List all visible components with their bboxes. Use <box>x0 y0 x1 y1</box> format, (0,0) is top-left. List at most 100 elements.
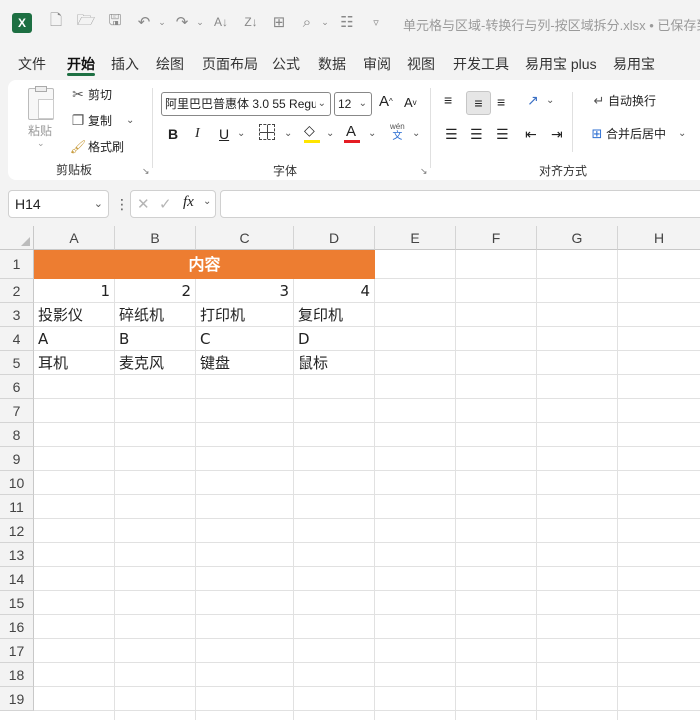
phonetic-button[interactable]: wén 文 <box>390 122 405 142</box>
redo-icon[interactable]: ↷ <box>172 12 192 32</box>
cell-a4[interactable]: A <box>34 327 114 351</box>
cell-b5[interactable]: 麦克风 <box>115 351 195 375</box>
row-header-4[interactable]: 4 <box>0 327 34 351</box>
cell-d3[interactable]: 复印机 <box>294 303 374 327</box>
open-folder-icon[interactable]: 🗁 <box>76 12 96 32</box>
fill-color-dropdown-icon[interactable]: ⌄ <box>326 128 334 139</box>
row-header-18[interactable]: 18 <box>0 663 34 687</box>
fill-color-button[interactable]: ◇ <box>304 122 315 139</box>
decrease-indent-button[interactable]: ⇤ <box>525 126 537 143</box>
phonetic-dropdown-icon[interactable]: ⌄ <box>412 128 420 139</box>
font-launcher-icon[interactable]: ↘ <box>420 166 428 177</box>
align-right-button[interactable]: ☰ <box>496 126 509 143</box>
italic-button[interactable]: I <box>195 126 200 142</box>
tab-review[interactable]: 审阅 <box>363 54 391 74</box>
font-size-select[interactable]: 12 ⌄ <box>334 92 372 116</box>
tab-insert[interactable]: 插入 <box>111 54 139 74</box>
redo-dropdown-icon[interactable]: ⌄ <box>190 12 210 32</box>
cell-c4[interactable]: C <box>196 327 293 351</box>
paste-button[interactable]: 粘贴 <box>28 122 52 139</box>
clipboard-launcher-icon[interactable]: ↘ <box>142 166 150 177</box>
increase-indent-button[interactable]: ⇥ <box>551 126 563 143</box>
cell-c3[interactable]: 打印机 <box>196 303 293 327</box>
copy-button[interactable]: ❐ 复制 ⌄ <box>68 112 135 129</box>
undo-icon[interactable]: ↶ <box>134 12 154 32</box>
merged-cell-a1-d1[interactable]: 内容 <box>34 250 375 279</box>
font-name-select[interactable]: 阿里巴巴普惠体 3.0 55 Regu ⌄ <box>161 92 331 116</box>
align-left-button[interactable]: ☰ <box>445 126 458 143</box>
more-options-icon[interactable]: ⋮ <box>115 196 129 213</box>
row-header-19[interactable]: 19 <box>0 687 34 711</box>
underline-button[interactable]: U <box>219 126 229 142</box>
bold-button[interactable]: B <box>168 126 178 142</box>
find-dropdown-icon[interactable]: ⌄ <box>315 12 335 32</box>
tab-yiyongbao[interactable]: 易用宝 <box>613 54 655 74</box>
align-top-button[interactable]: ≡ <box>444 92 452 108</box>
row-header-11[interactable]: 11 <box>0 495 34 519</box>
row-header-14[interactable]: 14 <box>0 567 34 591</box>
borders-dropdown-icon[interactable]: ⌄ <box>284 128 292 139</box>
column-header-g[interactable]: G <box>537 226 618 250</box>
cut-button[interactable]: ✂ 剪切 <box>68 86 112 103</box>
row-header-2[interactable]: 2 <box>0 279 34 303</box>
tab-file[interactable]: 文件 <box>18 54 46 74</box>
grow-font-button[interactable]: A ^ <box>379 93 393 110</box>
tab-home[interactable]: 开始 <box>67 54 95 74</box>
cell-a2[interactable]: 1 <box>34 279 114 303</box>
align-bottom-button[interactable]: ≡ <box>497 94 505 110</box>
tab-view[interactable]: 视图 <box>407 54 435 74</box>
customize-toolbar-icon[interactable]: ▿ <box>366 12 386 32</box>
orientation-dropdown-icon[interactable]: ⌄ <box>546 95 554 106</box>
row-header-8[interactable]: 8 <box>0 423 34 447</box>
row-header-7[interactable]: 7 <box>0 399 34 423</box>
borders-button[interactable] <box>259 124 275 140</box>
name-box[interactable]: H14 ⌄ <box>8 190 109 218</box>
undo-dropdown-icon[interactable]: ⌄ <box>152 12 172 32</box>
new-file-icon[interactable]: 🗋 <box>46 12 66 32</box>
format-painter-button[interactable]: 🖌 格式刷 <box>68 138 124 155</box>
column-header-b[interactable]: B <box>115 226 196 250</box>
paste-dropdown-icon[interactable]: ⌄ <box>37 138 45 149</box>
row-header-3[interactable]: 3 <box>0 303 34 327</box>
cell-a5[interactable]: 耳机 <box>34 351 114 375</box>
merge-dropdown-icon[interactable]: ⌄ <box>678 128 686 139</box>
column-header-d[interactable]: D <box>294 226 375 250</box>
orientation-button[interactable]: ↗ <box>527 92 539 109</box>
row-header-15[interactable]: 15 <box>0 591 34 615</box>
row-header-5[interactable]: 5 <box>0 351 34 375</box>
cell-c2[interactable]: 3 <box>196 279 293 303</box>
row-header-1[interactable]: 1 <box>0 250 34 279</box>
select-all-button[interactable] <box>0 226 34 250</box>
underline-dropdown-icon[interactable]: ⌄ <box>237 128 245 139</box>
column-header-e[interactable]: E <box>375 226 456 250</box>
font-color-button[interactable]: A <box>346 123 356 140</box>
cell-d2[interactable]: 4 <box>294 279 374 303</box>
insert-function-button[interactable]: fx <box>183 194 194 211</box>
merge-center-button[interactable]: ⊞ 合并后居中 ⌄ <box>588 125 687 142</box>
cell-d4[interactable]: D <box>294 327 374 351</box>
cell-a3[interactable]: 投影仪 <box>34 303 114 327</box>
tab-yiyongbao-plus[interactable]: 易用宝 plus <box>525 54 597 74</box>
column-header-f[interactable]: F <box>456 226 537 250</box>
align-middle-button[interactable]: ≡ <box>466 91 491 115</box>
row-header-13[interactable]: 13 <box>0 543 34 567</box>
copy-dropdown-icon[interactable]: ⌄ <box>126 115 134 126</box>
tab-page-layout[interactable]: 页面布局 <box>202 54 258 74</box>
row-header-10[interactable]: 10 <box>0 471 34 495</box>
row-header-16[interactable]: 16 <box>0 615 34 639</box>
shrink-font-button[interactable]: Av <box>404 95 417 110</box>
wrap-text-button[interactable]: ↵ 自动换行 <box>590 92 656 109</box>
borders-icon[interactable]: ⊞ <box>269 12 289 32</box>
cell-b2[interactable]: 2 <box>115 279 195 303</box>
row-header-17[interactable]: 17 <box>0 639 34 663</box>
paste-icon[interactable] <box>28 86 54 120</box>
row-header-6[interactable]: 6 <box>0 375 34 399</box>
save-icon[interactable]: 🖫 <box>105 12 125 32</box>
row-header-9[interactable]: 9 <box>0 447 34 471</box>
form-icon[interactable]: ☷ <box>337 12 357 32</box>
sort-descending-icon[interactable]: Z↓ <box>241 12 261 32</box>
confirm-icon[interactable]: ✓ <box>159 195 172 213</box>
tab-data[interactable]: 数据 <box>318 54 346 74</box>
tab-developer[interactable]: 开发工具 <box>453 54 509 74</box>
column-header-a[interactable]: A <box>34 226 115 250</box>
